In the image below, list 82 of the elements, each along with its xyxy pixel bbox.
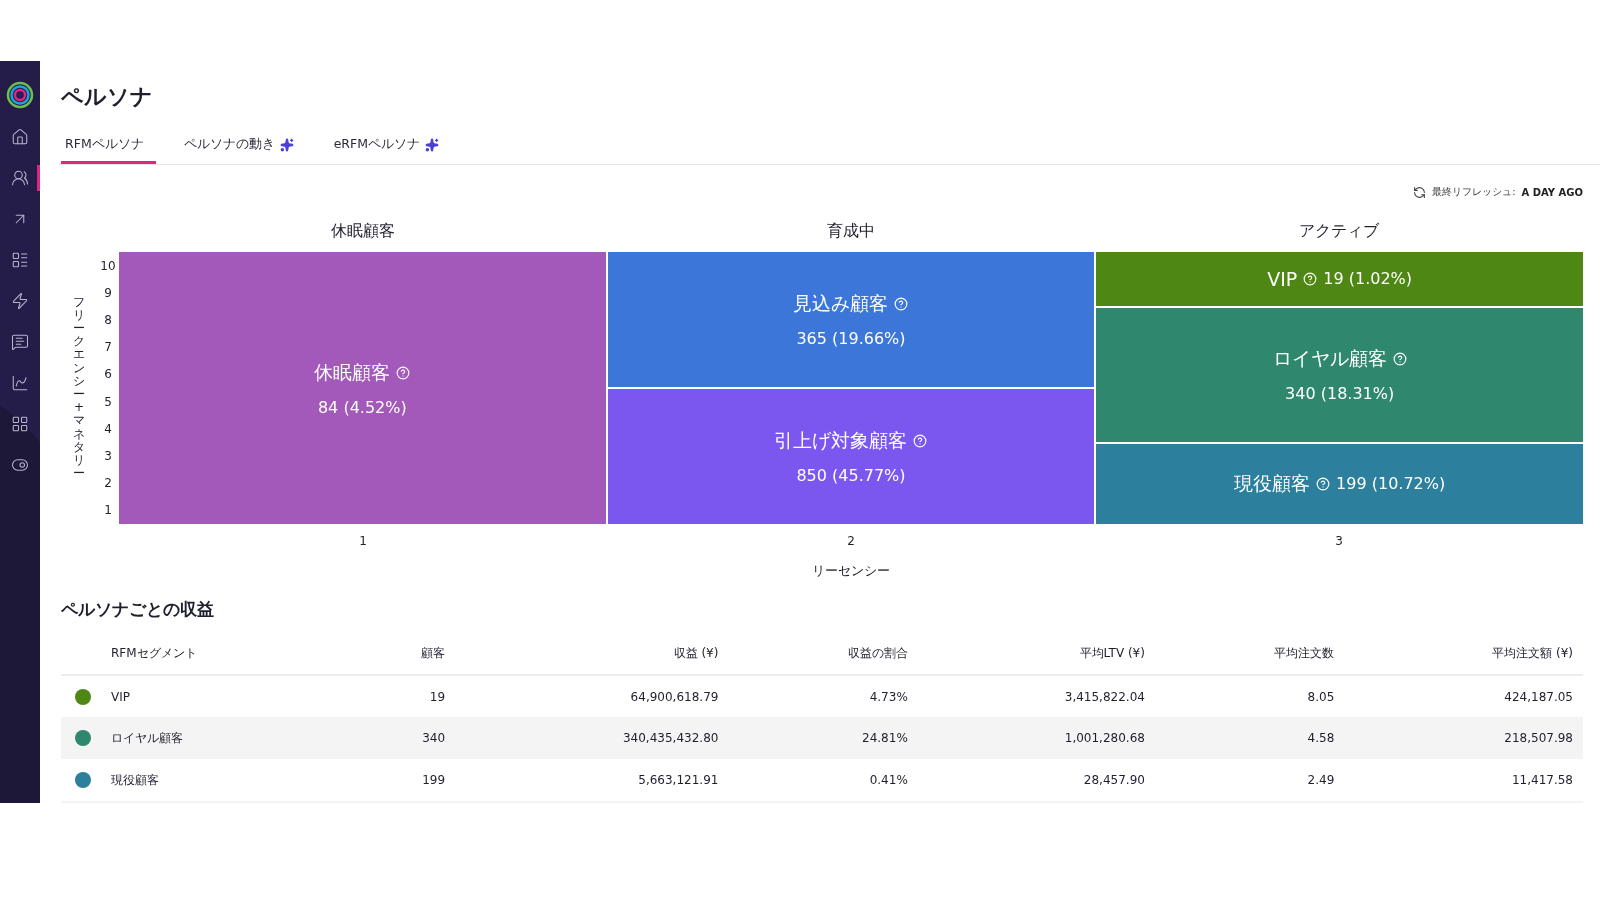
segment-count: 850 (45.77%): [796, 466, 906, 485]
segment-count: 84 (4.52%): [317, 397, 407, 417]
segment-count: 340 (18.31%): [1285, 384, 1395, 404]
toggle-icon: [11, 456, 29, 474]
segment-name: VIP: [1267, 267, 1318, 290]
table-cell: 340: [350, 717, 456, 759]
refresh-icon[interactable]: [1413, 185, 1427, 199]
segment-tile[interactable]: VIP 19 (1.02%): [1096, 252, 1583, 306]
table-cell: 8.05: [1154, 675, 1345, 717]
table-cell: 24.81%: [728, 717, 918, 759]
axis-title: リーセンシー: [812, 563, 890, 578]
axis-tick: 2: [103, 476, 113, 491]
refresh-label: 最終リフレッシュ:: [1432, 185, 1516, 199]
message-icon: [11, 333, 29, 351]
axis-tick: 3: [103, 448, 113, 463]
axis-tick: 10: [99, 258, 117, 273]
home-icon: [11, 128, 29, 146]
list-icon: [11, 251, 29, 269]
help-icon[interactable]: [1392, 352, 1407, 367]
help-icon[interactable]: [894, 297, 909, 311]
table-cell: 1,001,280.68: [917, 717, 1155, 759]
column-heading: 休眠顧客: [331, 221, 395, 240]
table-cell: 28,457.90: [917, 759, 1155, 801]
help-icon[interactable]: [396, 365, 411, 380]
segment-tile[interactable]: 見込み顧客 365 (19.66%): [607, 252, 1095, 387]
segment-count: 199 (10.72%): [1336, 474, 1446, 494]
chart-icon: [11, 374, 29, 392]
table-cell: 218,507.98: [1344, 717, 1583, 759]
tab[interactable]: RFMペルソナ: [61, 132, 156, 164]
logo-icon: [6, 81, 34, 109]
column-heading: 育成中: [827, 221, 875, 240]
segment-name: 見込み顧客: [793, 291, 909, 317]
table-cell: 4.58: [1154, 717, 1345, 759]
refresh-time: A DAY AGO: [1521, 186, 1583, 198]
segment-name: 現役顧客: [1234, 470, 1331, 497]
users-icon: [11, 169, 29, 187]
table-cell: VIP: [101, 675, 351, 717]
table-cell: 11,417.58: [1344, 759, 1583, 801]
axis-tick: 1: [103, 503, 113, 518]
tab[interactable]: ペルソナの動き: [179, 132, 306, 164]
table-cell: 340,435,432.80: [455, 717, 729, 759]
axis-tick: 6: [103, 367, 113, 382]
sparkle-icon: [279, 137, 294, 152]
segment-name: 引上げ対象顧客: [774, 428, 928, 454]
axis-tick: 2: [847, 534, 855, 548]
segment-name: 休眠顧客: [314, 359, 411, 386]
help-icon[interactable]: [1316, 476, 1331, 491]
table-cell: 4.73%: [728, 675, 918, 717]
table-cell: 199: [350, 759, 456, 801]
table-cell: 0.41%: [728, 759, 918, 801]
axis-tick: 9: [103, 285, 113, 300]
segment-tile[interactable]: 引上げ対象顧客 850 (45.77%): [607, 389, 1095, 524]
table-cell: ロイヤル顧客: [101, 717, 351, 759]
sparkle-icon: [425, 137, 440, 152]
segment-name: ロイヤル顧客: [1272, 346, 1407, 373]
table-cell: 424,187.05: [1344, 675, 1583, 717]
tab[interactable]: eRFMペルソナ: [329, 132, 452, 164]
lightning-icon: [11, 292, 29, 310]
axis-tick: 4: [103, 421, 113, 436]
column-heading: アクティブ: [1299, 221, 1379, 240]
table-cell: 2.49: [1154, 759, 1345, 801]
segment-tile[interactable]: 現役顧客 199 (10.72%): [1096, 443, 1583, 524]
grid-icon: [11, 415, 29, 433]
section-title: ペルソナごとの収益: [61, 598, 215, 621]
segment-tile[interactable]: 休眠顧客 84 (4.52%): [119, 252, 606, 524]
axis-tick: 1: [359, 534, 367, 548]
page-title: ペルソナ: [61, 83, 154, 111]
axis-title: フリークエンシー+マネタリー: [73, 295, 85, 481]
table-cell: 5,663,121.91: [455, 759, 729, 801]
axis-tick: 8: [103, 312, 113, 327]
table-cell: 3,415,822.04: [917, 675, 1155, 717]
help-icon[interactable]: [913, 434, 928, 448]
axis-tick: 5: [103, 394, 113, 409]
help-icon[interactable]: [1303, 271, 1318, 286]
axis-tick: 7: [103, 340, 113, 355]
table-cell: 19: [350, 675, 456, 717]
segment-count: 19 (1.02%): [1323, 269, 1413, 289]
axis-tick: 3: [1335, 534, 1343, 548]
table-cell: 64,900,618.79: [455, 675, 729, 717]
segment-count: 365 (19.66%): [796, 329, 906, 348]
table-cell: 現役顧客: [101, 759, 351, 801]
segment-tile[interactable]: ロイヤル顧客 340 (18.31%): [1096, 307, 1583, 442]
